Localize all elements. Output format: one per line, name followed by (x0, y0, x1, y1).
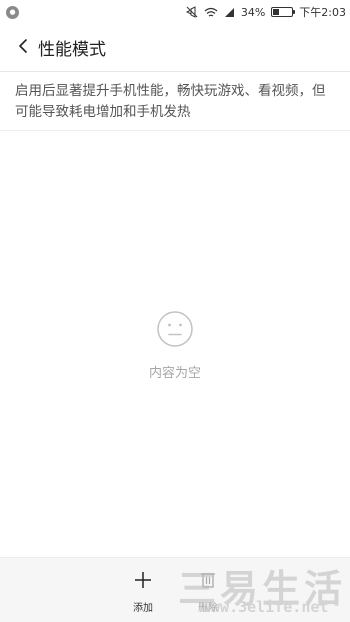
battery-fill (273, 9, 280, 15)
add-label: 添加 (133, 603, 153, 614)
plus-icon (131, 566, 155, 594)
silent-icon (185, 6, 198, 18)
mode-description: 启用后显著提升手机性能，畅快玩游戏、看视频，但可能导致耗电增加和手机发热 (0, 73, 350, 131)
trash-icon (196, 566, 220, 594)
notification-badge-icon: ● (6, 5, 19, 19)
empty-text: 内容为空 (148, 366, 201, 381)
header: 性能模式 (0, 24, 350, 72)
battery-percent: 34% (240, 5, 266, 19)
clock: 下午2:03 (299, 6, 346, 19)
page-title: 性能模式 (38, 40, 106, 60)
add-button[interactable]: 添加 (121, 566, 165, 622)
back-button[interactable] (10, 32, 36, 64)
bottom-toolbar: 添加 删除 (0, 557, 350, 622)
delete-label: 删除 (198, 603, 218, 614)
screen: ● 34% 下午2:03 性能模式 启用后显著提升手机性能，畅快玩游戏、看视频，… (0, 0, 350, 622)
status-right: 34% 下午2:03 (185, 4, 346, 20)
delete-button[interactable]: 删除 (186, 566, 230, 622)
wifi-icon (204, 7, 218, 18)
empty-state: 内容为空 (0, 310, 350, 381)
status-bar: ● 34% 下午2:03 (0, 0, 350, 24)
chevron-left-icon (17, 38, 29, 58)
neutral-face-icon (156, 310, 194, 352)
signal-icon (224, 7, 235, 18)
battery-icon (271, 7, 296, 17)
status-left: ● (6, 5, 19, 19)
